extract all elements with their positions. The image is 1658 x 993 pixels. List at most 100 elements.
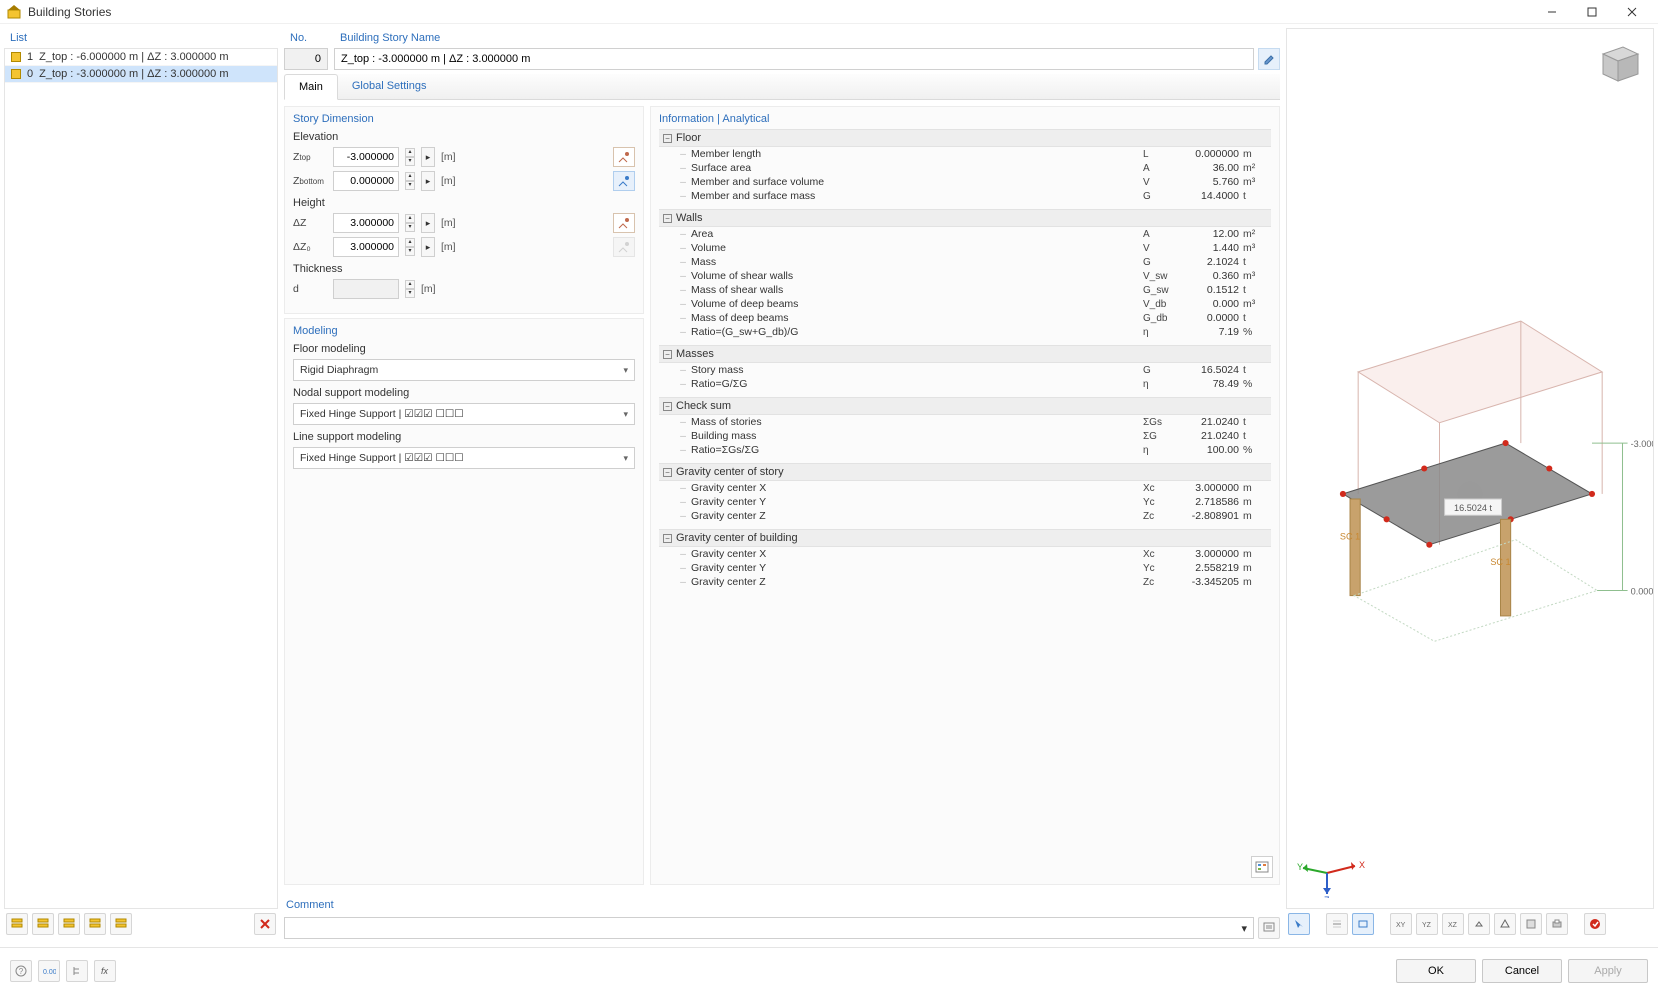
height-label: Height <box>293 197 635 209</box>
unit-toggle[interactable]: ▸ <box>421 147 435 167</box>
view-tool-show[interactable] <box>1352 913 1374 935</box>
delete-button[interactable] <box>254 913 276 935</box>
unit-label: [m] <box>441 175 456 187</box>
cancel-button[interactable]: Cancel <box>1482 959 1562 983</box>
viewport-3d[interactable]: 16.5024 t SC 1 SC 1 -3.000000 m 0.000000… <box>1286 28 1654 909</box>
mass-badge: 16.5024 t <box>1454 503 1493 513</box>
info-title: Information | Analytical <box>659 113 1271 125</box>
pick-zbottom-button[interactable] <box>613 171 635 191</box>
list-item-text: Z_top : -6.000000 m | ΔZ : 3.000000 m <box>39 51 228 63</box>
svg-text:XY: XY <box>1396 922 1406 929</box>
spin-down[interactable]: ▾ <box>405 181 415 190</box>
info-group-header[interactable]: −Walls <box>659 209 1271 227</box>
comment-tool-button[interactable] <box>1258 917 1280 939</box>
info-row: –Volume of shear wallsV_sw0.360m³ <box>659 269 1271 283</box>
list-tool-5[interactable] <box>110 913 132 935</box>
info-row: –Mass of deep beamsG_db0.0000t <box>659 311 1271 325</box>
floor-modeling-select[interactable]: Rigid Diaphragm▾ <box>293 359 635 381</box>
list-tool-4[interactable] <box>84 913 106 935</box>
info-row: –VolumeV1.440m³ <box>659 241 1271 255</box>
tab-bar: Main Global Settings <box>284 74 1280 100</box>
info-group-header[interactable]: −Gravity center of story <box>659 463 1271 481</box>
app-icon <box>6 4 22 20</box>
comment-input[interactable]: ▾ <box>284 917 1254 939</box>
info-row: –Member lengthL0.000000m <box>659 147 1271 161</box>
list-tool-1[interactable] <box>6 913 28 935</box>
svg-text:X: X <box>1359 860 1365 870</box>
info-group-header[interactable]: −Gravity center of building <box>659 529 1271 547</box>
units-button[interactable]: 0.00 <box>38 960 60 982</box>
view-tool-print[interactable] <box>1546 913 1568 935</box>
spin-down[interactable]: ▾ <box>405 157 415 166</box>
story-dimension-section: Story Dimension Elevation Ztop ▴▾ ▸ [m] … <box>284 106 644 314</box>
view-tool-ok[interactable] <box>1584 913 1606 935</box>
apply-button[interactable]: Apply <box>1568 959 1648 983</box>
view-tool-yz[interactable]: YZ <box>1416 913 1438 935</box>
help-button[interactable]: ? <box>10 960 32 982</box>
list-item[interactable]: 0 Z_top : -3.000000 m | ΔZ : 3.000000 m <box>5 66 277 83</box>
info-row: –Ratio=(G_sw+G_db)/Gη7.19% <box>659 325 1271 339</box>
minimize-button[interactable] <box>1532 0 1572 24</box>
ztop-input[interactable] <box>333 147 399 167</box>
list-item-index: 0 <box>27 68 33 80</box>
spin-up[interactable]: ▴ <box>405 238 415 247</box>
close-button[interactable] <box>1612 0 1652 24</box>
info-panel: Information | Analytical −Floor–Member l… <box>650 106 1280 885</box>
info-row: –Gravity center ZZc-3.345205m <box>659 575 1271 589</box>
story-name-input[interactable] <box>334 48 1254 70</box>
pick-dz0-button <box>613 237 635 257</box>
unit-toggle[interactable]: ▸ <box>421 213 435 233</box>
info-group-header[interactable]: −Masses <box>659 345 1271 363</box>
tab-main[interactable]: Main <box>284 74 338 100</box>
info-group-header[interactable]: −Floor <box>659 129 1271 147</box>
info-row: –Gravity center XXc3.000000m <box>659 481 1271 495</box>
spin-up[interactable]: ▴ <box>405 214 415 223</box>
view-tool-grid[interactable] <box>1326 913 1348 935</box>
view-cube[interactable] <box>1593 39 1643 89</box>
view-tool-persp[interactable] <box>1494 913 1516 935</box>
dz0-label: ΔZ₀ <box>293 241 327 253</box>
view-tool-xz[interactable]: XZ <box>1442 913 1464 935</box>
view-toolbar: XY YZ XZ <box>1286 909 1654 939</box>
unit-toggle[interactable]: ▸ <box>421 237 435 257</box>
view-tool-select[interactable] <box>1288 913 1310 935</box>
nodal-support-select[interactable]: Fixed Hinge Support | ☑☑☑ ☐☐☐▾ <box>293 403 635 425</box>
spin-down[interactable]: ▾ <box>405 223 415 232</box>
unit-label: [m] <box>441 217 456 229</box>
ok-button[interactable]: OK <box>1396 959 1476 983</box>
zbottom-input[interactable] <box>333 171 399 191</box>
list-tool-3[interactable] <box>58 913 80 935</box>
spin-up[interactable]: ▴ <box>405 148 415 157</box>
dz-input[interactable] <box>333 213 399 233</box>
info-export-button[interactable] <box>1251 856 1273 878</box>
edit-name-button[interactable] <box>1258 48 1280 70</box>
spin-up[interactable]: ▴ <box>405 172 415 181</box>
titlebar: Building Stories <box>0 0 1658 24</box>
tab-global-settings[interactable]: Global Settings <box>338 74 441 99</box>
no-label: No. <box>284 28 328 48</box>
info-row: –Surface areaA36.00m² <box>659 161 1271 175</box>
unit-label: [m] <box>441 151 456 163</box>
pick-dz-button[interactable] <box>613 213 635 233</box>
floor-modeling-value: Rigid Diaphragm <box>300 364 378 376</box>
section-title: Story Dimension <box>293 113 635 125</box>
story-list[interactable]: 1 Z_top : -6.000000 m | ΔZ : 3.000000 m … <box>4 48 278 909</box>
list-item[interactable]: 1 Z_top : -6.000000 m | ΔZ : 3.000000 m <box>5 49 277 66</box>
svg-text:?: ? <box>19 967 24 976</box>
view-tool-render[interactable] <box>1520 913 1542 935</box>
spin-down[interactable]: ▾ <box>405 247 415 256</box>
dz0-input[interactable] <box>333 237 399 257</box>
elev-top-label: -3.000000 m <box>1631 439 1653 449</box>
info-group-header[interactable]: −Check sum <box>659 397 1271 415</box>
script-button[interactable]: fx <box>94 960 116 982</box>
view-tool-iso[interactable] <box>1468 913 1490 935</box>
tree-button[interactable] <box>66 960 88 982</box>
pick-ztop-button[interactable] <box>613 147 635 167</box>
unit-toggle[interactable]: ▸ <box>421 171 435 191</box>
line-support-select[interactable]: Fixed Hinge Support | ☑☑☑ ☐☐☐▾ <box>293 447 635 469</box>
no-input[interactable] <box>284 48 328 70</box>
list-tool-2[interactable] <box>32 913 54 935</box>
view-tool-xy[interactable]: XY <box>1390 913 1412 935</box>
list-item-index: 1 <box>27 51 33 63</box>
maximize-button[interactable] <box>1572 0 1612 24</box>
